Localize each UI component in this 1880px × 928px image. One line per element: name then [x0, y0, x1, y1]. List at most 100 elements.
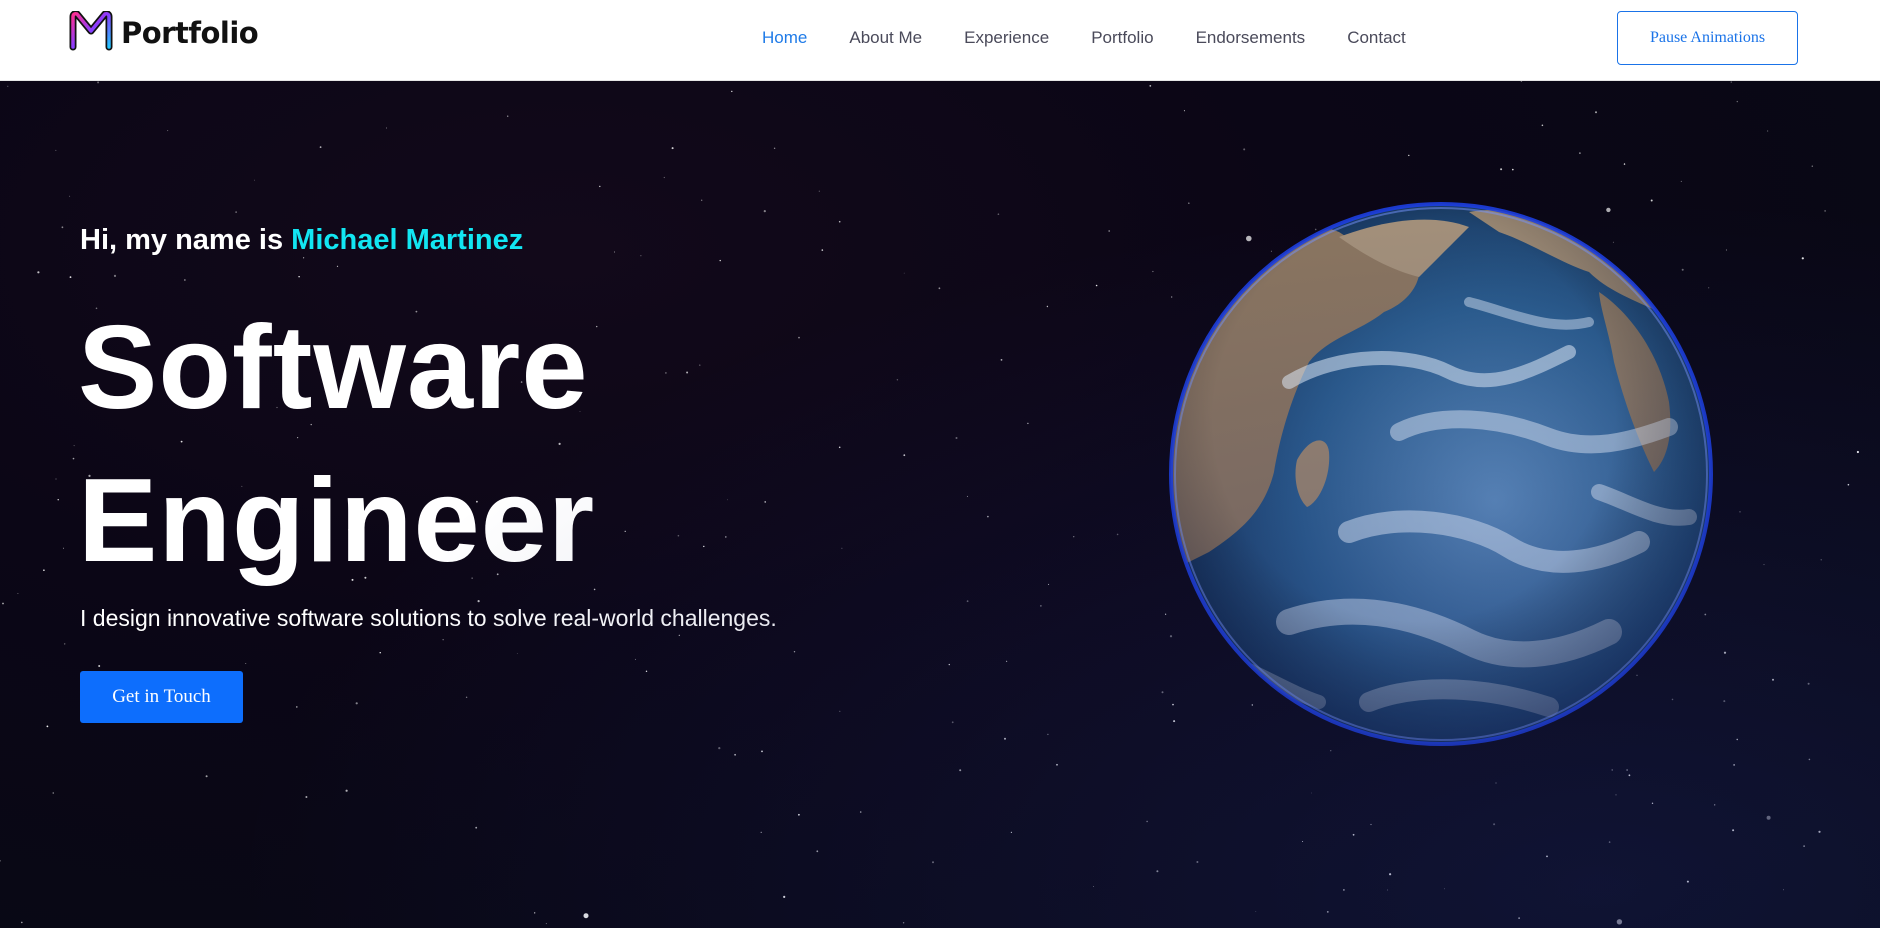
star: [1739, 511, 1741, 513]
star: [951, 721, 954, 724]
star: [773, 147, 776, 149]
star: [1196, 861, 1199, 863]
star: [1006, 660, 1008, 662]
star: [442, 639, 444, 641]
star: [1847, 483, 1850, 486]
m-logo-icon: [69, 9, 113, 56]
star: [725, 536, 727, 538]
star: [235, 211, 237, 213]
star: [1370, 823, 1372, 826]
pause-animations-button[interactable]: Pause Animations: [1617, 11, 1798, 65]
star: [1027, 422, 1029, 425]
star: [0, 860, 1, 862]
star: [997, 213, 1000, 215]
star: [798, 336, 800, 339]
star: [793, 651, 796, 653]
star: [465, 696, 468, 698]
star: [97, 81, 100, 84]
star: [987, 515, 989, 518]
star: [1330, 750, 1332, 752]
star: [599, 185, 601, 188]
star: [477, 600, 480, 603]
star: [72, 457, 75, 460]
star: [1311, 792, 1312, 794]
star: [1766, 815, 1771, 820]
star: [545, 923, 547, 925]
nav-link-contact[interactable]: Contact: [1326, 28, 1427, 48]
star: [1302, 841, 1304, 842]
star: [1818, 830, 1821, 833]
star: [1048, 583, 1050, 585]
star: [296, 706, 298, 708]
star: [1808, 758, 1811, 761]
star: [1651, 802, 1654, 804]
star: [583, 913, 589, 919]
hero-name: Michael Martinez: [291, 224, 524, 256]
star: [69, 195, 71, 197]
star: [703, 545, 705, 548]
star: [1243, 148, 1246, 151]
star: [1040, 605, 1042, 607]
star: [1714, 804, 1716, 806]
star: [1255, 911, 1257, 912]
star: [1343, 889, 1345, 891]
star: [727, 499, 728, 501]
star: [98, 665, 101, 667]
star: [731, 90, 733, 93]
nav-link-home[interactable]: Home: [741, 28, 828, 48]
star: [1595, 111, 1597, 114]
star: [1730, 81, 1733, 83]
star: [475, 826, 478, 829]
star: [1183, 110, 1185, 112]
nav-link-portfolio[interactable]: Portfolio: [1070, 28, 1174, 48]
get-in-touch-button[interactable]: Get in Touch: [80, 671, 243, 723]
star: [1518, 917, 1520, 919]
star: [43, 569, 45, 571]
star: [1108, 230, 1111, 232]
star: [1387, 889, 1389, 891]
star: [7, 85, 9, 87]
star: [1165, 613, 1167, 615]
star: [73, 445, 75, 447]
star: [1146, 820, 1148, 823]
top-navbar: Portfolio Home About Me Experience Portf…: [0, 0, 1880, 81]
star: [1000, 359, 1003, 361]
brand[interactable]: Portfolio: [69, 9, 259, 56]
nav-link-about-me[interactable]: About Me: [828, 28, 943, 48]
star: [21, 921, 23, 924]
hero-description: I design innovative software solutions t…: [80, 605, 777, 631]
nav-link-endorsements[interactable]: Endorsements: [1175, 28, 1327, 48]
star: [1512, 168, 1514, 171]
star: [718, 747, 721, 750]
star: [61, 226, 64, 229]
star: [1783, 889, 1784, 891]
star: [57, 499, 59, 501]
star: [2, 602, 4, 605]
star: [821, 249, 824, 251]
star: [1801, 257, 1804, 260]
star: [254, 179, 256, 181]
nav-link-experience[interactable]: Experience: [943, 28, 1070, 48]
star: [966, 495, 968, 497]
star: [1856, 450, 1859, 454]
star: [838, 220, 841, 223]
star: [839, 710, 841, 712]
star: [1767, 130, 1769, 132]
star: [959, 769, 962, 772]
star: [1736, 100, 1739, 103]
star: [624, 530, 626, 532]
star: [671, 147, 674, 150]
star: [355, 702, 358, 705]
main-menu: Home About Me Experience Portfolio Endor…: [741, 0, 1427, 75]
star: [896, 379, 899, 381]
star: [903, 272, 905, 274]
star: [113, 274, 117, 277]
star: [1152, 270, 1154, 273]
star: [345, 789, 348, 792]
star: [816, 850, 819, 853]
star: [938, 287, 941, 290]
star: [1628, 774, 1631, 777]
star: [634, 658, 636, 660]
star: [1047, 733, 1049, 736]
star: [303, 257, 305, 259]
